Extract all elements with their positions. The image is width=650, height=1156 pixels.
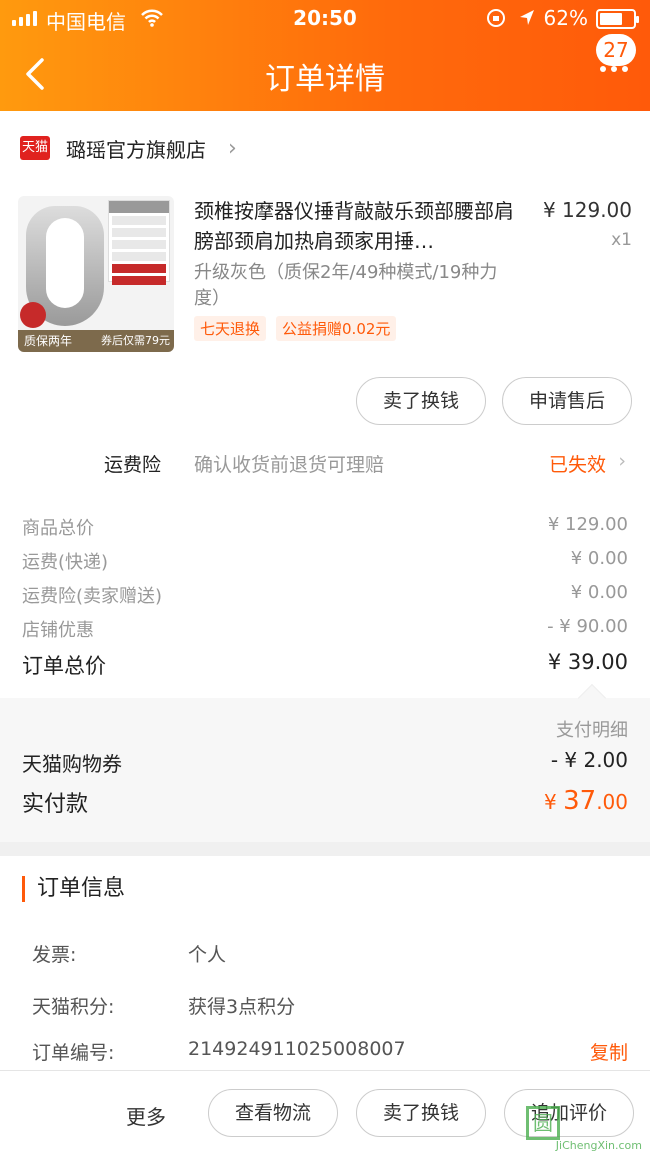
product-thumbnail[interactable]: 质保两年 券后仅需79元 bbox=[18, 196, 174, 352]
order-info-title: 订单信息 bbox=[22, 876, 125, 902]
copy-button[interactable]: 复制 bbox=[590, 1038, 628, 1065]
tag-charity: 公益捐赠0.02元 bbox=[276, 316, 397, 341]
summary-row: 运费(快递) ¥ 0.00 bbox=[0, 548, 650, 574]
invoice-value: 个人 bbox=[188, 944, 227, 966]
summary-label: 运费(快递) bbox=[22, 552, 109, 573]
page-title: 订单详情 bbox=[265, 62, 385, 97]
rotation-lock-icon bbox=[487, 9, 505, 27]
insurance-status: 已失效 bbox=[548, 454, 606, 476]
summary-value: ¥ 0.00 bbox=[570, 582, 628, 603]
section-divider bbox=[0, 842, 650, 856]
product-title[interactable]: 颈椎按摩器仪捶背敲敲乐颈部腰部肩膀部颈肩加热肩颈家用捶… bbox=[194, 196, 524, 256]
view-logistics-button[interactable]: 查看物流 bbox=[208, 1089, 338, 1137]
thumb-badge-right: 券后仅需79元 bbox=[101, 334, 170, 347]
battery-icon bbox=[596, 9, 639, 29]
more-button[interactable]: 更多 bbox=[126, 1101, 166, 1130]
invoice-label: 发票: bbox=[32, 944, 77, 966]
paid-currency: ¥ bbox=[544, 790, 557, 814]
product-item[interactable]: 质保两年 券后仅需79元 颈椎按摩器仪捶背敲敲乐颈部腰部肩膀部颈肩加热肩颈家用捶…… bbox=[18, 196, 632, 356]
points-label: 天猫积分: bbox=[32, 996, 115, 1018]
summary-row: 运费险(卖家赠送) ¥ 0.00 bbox=[0, 582, 650, 608]
order-total-row: 订单总价 ¥ 39.00 bbox=[0, 650, 650, 680]
message-count-badge[interactable]: 27 bbox=[596, 34, 636, 66]
shop-name[interactable]: 璐瑶官方旗舰店 bbox=[66, 134, 206, 163]
product-quantity: x1 bbox=[611, 230, 632, 250]
points-value: 获得3点积分 bbox=[188, 996, 296, 1018]
add-review-button[interactable]: 追加评价 bbox=[504, 1089, 634, 1137]
payment-detail-panel: 支付明细 天猫购物券 - ¥ 2.00 实付款 ¥ 37.00 bbox=[0, 683, 650, 842]
header: 中国电信 20:50 62% 订单详情 27 bbox=[0, 0, 650, 111]
summary-value: ¥ 129.00 bbox=[547, 514, 628, 535]
summary-row: 店铺优惠 - ¥ 90.00 bbox=[0, 616, 650, 642]
shop-row[interactable]: 天猫 璐瑶官方旗舰店 › bbox=[20, 126, 237, 170]
order-number-label: 订单编号: bbox=[32, 1042, 115, 1064]
after-sale-button[interactable]: 申请售后 bbox=[502, 377, 632, 425]
battery-percent: 62% bbox=[543, 6, 588, 30]
chevron-right-icon: › bbox=[228, 135, 237, 161]
watermark-logo: 圆 bbox=[526, 1106, 560, 1140]
order-total-value: ¥ 39.00 bbox=[547, 650, 628, 674]
order-number-value: 214924911025008007 bbox=[188, 1038, 406, 1060]
payment-detail-label: 支付明细 bbox=[556, 720, 628, 741]
insurance-label: 运费险 bbox=[104, 454, 162, 476]
summary-label: 商品总价 bbox=[22, 518, 94, 539]
summary-label: 运费险(卖家赠送) bbox=[22, 586, 163, 607]
coupon-label: 天猫购物券 bbox=[22, 752, 122, 776]
summary-value: - ¥ 90.00 bbox=[547, 616, 628, 637]
thumb-badge-left: 质保两年 bbox=[24, 334, 73, 348]
tag-return: 七天退换 bbox=[194, 316, 267, 341]
status-bar: 中国电信 20:50 62% bbox=[0, 6, 650, 34]
sell-button[interactable]: 卖了换钱 bbox=[356, 377, 486, 425]
coupon-value: - ¥ 2.00 bbox=[550, 748, 628, 772]
watermark-text: JiChengXin.com bbox=[555, 1139, 642, 1152]
order-total-label: 订单总价 bbox=[22, 654, 106, 678]
location-icon bbox=[520, 10, 534, 25]
product-sku: 升级灰色（质保2年/49种模式/19种力度） bbox=[194, 262, 498, 309]
summary-row: 商品总价 ¥ 129.00 bbox=[0, 514, 650, 540]
paid-decimal: .00 bbox=[596, 790, 628, 814]
bottom-action-bar: 更多 查看物流 卖了换钱 追加评价 圆 JiChengXin.com bbox=[0, 1070, 650, 1156]
tmall-logo: 天猫 bbox=[20, 136, 50, 160]
paid-amount: ¥ 37.00 bbox=[544, 786, 628, 816]
shipping-insurance-row[interactable]: 运费险 确认收货前退货可理赔 已失效 › bbox=[0, 444, 650, 484]
product-price: ¥ 129.00 bbox=[542, 198, 632, 222]
summary-label: 店铺优惠 bbox=[22, 620, 94, 641]
chevron-right-icon: › bbox=[618, 450, 626, 472]
sell-button-footer[interactable]: 卖了换钱 bbox=[356, 1089, 486, 1137]
more-menu-icon[interactable] bbox=[600, 66, 628, 72]
summary-value: ¥ 0.00 bbox=[570, 548, 628, 569]
insurance-desc: 确认收货前退货可理赔 bbox=[194, 454, 385, 476]
paid-integer: 37 bbox=[563, 786, 597, 816]
paid-label: 实付款 bbox=[22, 792, 89, 817]
